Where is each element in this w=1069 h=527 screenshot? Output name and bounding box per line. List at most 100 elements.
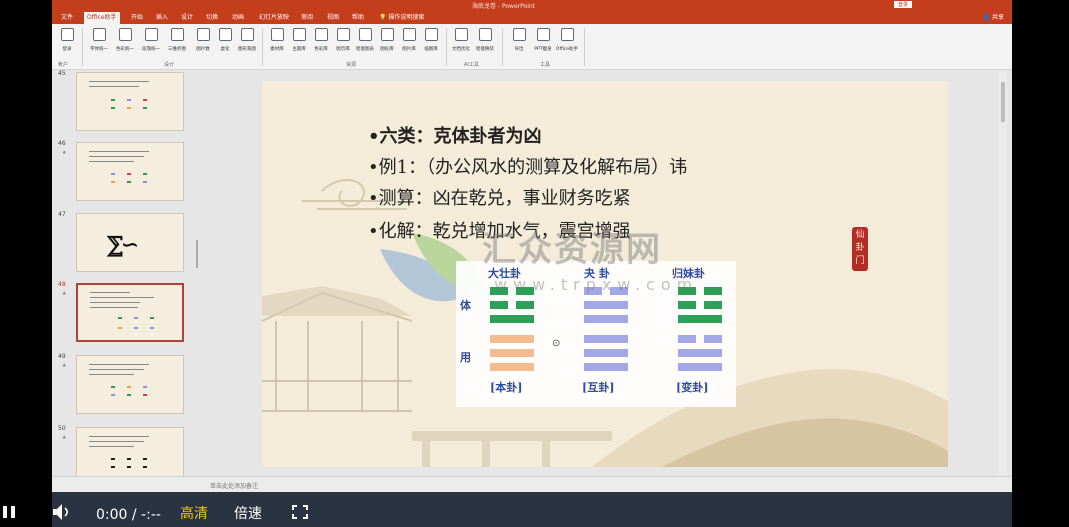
illustration-icon	[424, 28, 438, 41]
circle-dot-symbol: ⊙	[552, 338, 561, 349]
thumb-text-line	[89, 441, 144, 442]
thumb-text-line	[89, 374, 134, 375]
slide-thumbnail-49[interactable]	[76, 355, 184, 414]
office-assistant-button[interactable]: Office助手	[554, 28, 580, 56]
document-icon	[454, 28, 468, 41]
image-icon	[402, 28, 416, 41]
slide-thumbnail-48[interactable]	[76, 283, 184, 342]
thumb-text-line	[90, 302, 140, 303]
paint-bucket-icon	[118, 28, 132, 41]
slide-number: 47	[58, 211, 66, 218]
thumb-bar	[143, 458, 147, 460]
caption-hugua: [互卦]	[582, 381, 615, 394]
ribbon-signin-button[interactable]: 登录	[54, 28, 80, 56]
tab-slideshow[interactable]: 幻灯片放映	[256, 12, 292, 24]
video-letterbox-left	[0, 0, 52, 527]
tab-file[interactable]: 文件	[58, 12, 76, 24]
watermark-text: 汇众资源网	[482, 230, 662, 270]
slide-number: 48	[58, 281, 66, 288]
tab-review[interactable]: 审阅	[298, 12, 316, 24]
signin-button[interactable]: 登录	[894, 1, 913, 8]
thumb-bar	[127, 466, 131, 468]
ribbon: 登录 字体统一 色彩统一 段落统一 三维折图 图片数 虚化 图形裁图 素材库 主…	[52, 24, 1012, 70]
animation-star-icon: ★	[62, 291, 67, 297]
tab-insert[interactable]: 插入	[153, 12, 171, 24]
yin-line-segment	[704, 287, 722, 295]
speed-button[interactable]: 倍速	[234, 503, 262, 523]
share-label: 共享	[991, 14, 1004, 21]
thumb-text-line	[89, 436, 149, 437]
tab-help[interactable]: 帮助	[349, 12, 367, 24]
thumb-bar	[118, 317, 122, 319]
pause-icon[interactable]	[2, 505, 16, 519]
yang-line	[584, 301, 628, 309]
illustration-library-button[interactable]: 插图库	[418, 28, 444, 56]
corner	[292, 505, 297, 510]
user-icon	[60, 28, 74, 41]
yin-line-segment	[704, 301, 722, 309]
3d-fold-button[interactable]: 三维折图	[164, 28, 190, 56]
thumb-bar	[111, 181, 115, 183]
thumb-bar	[134, 327, 138, 329]
ribbon-label: 智能换装	[475, 46, 494, 52]
thumb-text-line	[89, 446, 134, 447]
current-slide[interactable]: •六类：克体卦者为凶 •例1：（办公风水的测算及化解布局）讳 •测算：凶在乾兑，…	[262, 81, 948, 467]
tab-transitions[interactable]: 切换	[203, 12, 221, 24]
thumb-text-line	[89, 369, 144, 370]
shape-crop-button[interactable]: 图形裁图	[234, 28, 260, 56]
video-letterbox-right	[1012, 0, 1069, 527]
quality-button[interactable]: 高清	[180, 503, 208, 523]
palette-icon	[314, 28, 328, 41]
thumb-bar	[111, 99, 115, 101]
doc-optimize-button[interactable]: 文档优化	[448, 28, 474, 56]
color-unify-button[interactable]: 色彩统一	[112, 28, 138, 56]
thumb-bar	[111, 394, 115, 396]
thumb-text-line	[90, 292, 130, 293]
screen: 海底龙卷 - PowerPoint 登录 文件 Office助手 开始 插入 设…	[0, 0, 1069, 527]
slide-thumbnail-46[interactable]	[76, 142, 184, 201]
smart-outfit-button[interactable]: 智能换装	[472, 28, 498, 56]
powerpoint-window: 海底龙卷 - PowerPoint 登录 文件 Office助手 开始 插入 设…	[52, 0, 1012, 492]
tell-me-search[interactable]: 💡 操作说明搜索	[376, 12, 427, 24]
thumb-bar	[134, 317, 138, 319]
ppt-slim-button[interactable]: PPT瘦身	[530, 28, 556, 56]
scrollbar-thumb[interactable]	[1001, 82, 1005, 122]
tab-home[interactable]: 开始	[128, 12, 146, 24]
watermark-url: www.trpxw.com	[494, 275, 699, 294]
thumb-bar	[111, 386, 115, 388]
thumb-bar	[143, 99, 147, 101]
font-unify-button[interactable]: 字体统一	[86, 28, 112, 56]
slide-scrollbar[interactable]	[999, 72, 1007, 476]
corner	[292, 514, 297, 519]
yang-line	[490, 349, 534, 357]
export-button[interactable]: 导出	[506, 28, 532, 56]
slide-thumbnails-pane: 45 46 ★ 47 ⅀∽ 48 ★ 49 ★ 50 ★	[52, 70, 199, 486]
ribbon-separator	[446, 28, 447, 66]
share-button[interactable]: 👤 共享	[983, 12, 1004, 21]
tab-design[interactable]: 设计	[178, 12, 196, 24]
fold-icon	[170, 28, 184, 41]
thumb-bar	[111, 107, 115, 109]
menu-bar: 文件 Office助手 开始 插入 设计 切换 动画 幻灯片放映 审阅 视图 帮…	[52, 10, 1012, 24]
assistant-icon	[560, 28, 574, 41]
ribbon-label: 色彩统一	[115, 46, 134, 52]
playback-time: 0:00 / -:--	[96, 507, 161, 523]
slide-thumbnail-47[interactable]: ⅀∽	[76, 213, 184, 272]
slide-thumbnail-45[interactable]	[76, 72, 184, 131]
ribbon-label: Office助手	[555, 46, 579, 52]
fullscreen-icon[interactable]	[292, 505, 308, 519]
crop-icon	[240, 28, 254, 41]
tab-animations[interactable]: 动画	[229, 12, 247, 24]
notes-pane[interactable]: 单击此处添加备注	[52, 476, 1012, 492]
yin-line-segment	[516, 301, 534, 309]
volume-icon[interactable]	[52, 503, 72, 521]
paragraph-unify-button[interactable]: 段落统一	[138, 28, 164, 56]
tab-office-assistant[interactable]: Office助手	[84, 12, 120, 24]
thumb-bar	[127, 386, 131, 388]
ribbon-label: 段落统一	[141, 46, 160, 52]
thumb-bar	[143, 394, 147, 396]
thumb-bar	[111, 466, 115, 468]
tab-view[interactable]: 视图	[324, 12, 342, 24]
corner	[303, 514, 308, 519]
animation-star-icon: ★	[62, 150, 67, 156]
